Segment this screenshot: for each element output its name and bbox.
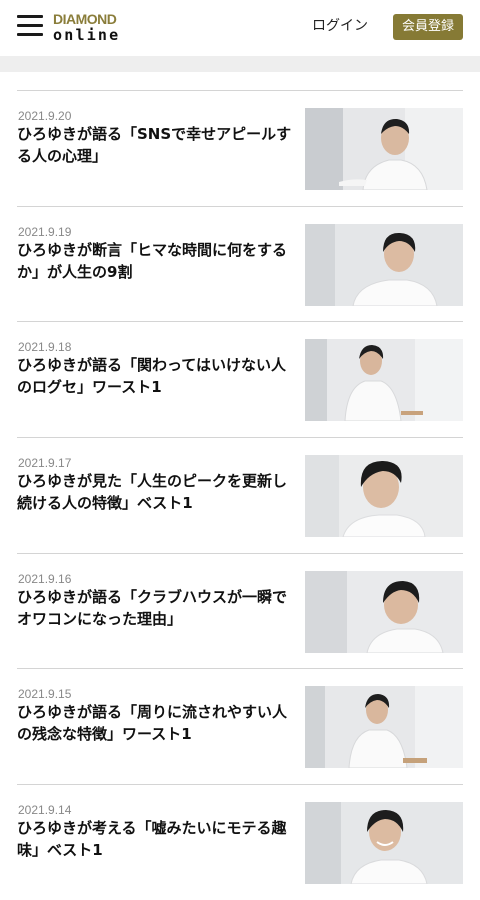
article-item[interactable]: 2021.9.15 ひろゆきが語る「周りに流されやすい人の残念な特徴」ワースト1: [17, 668, 463, 784]
menu-bar-top: [17, 15, 43, 18]
logo-wordmark-bottom: online: [53, 26, 121, 44]
portrait-photo: [305, 339, 463, 422]
article-title[interactable]: ひろゆきが語る「クラブハウスが一瞬でオワコンになった理由」: [17, 586, 295, 630]
article-thumbnail[interactable]: [305, 223, 463, 306]
portrait-photo: [305, 686, 463, 769]
article-thumbnail[interactable]: [305, 686, 463, 769]
article-title[interactable]: ひろゆきが語る「SNSで幸せアピールする人の心理」: [17, 123, 295, 167]
article-date: 2021.9.20: [18, 109, 72, 123]
article-title[interactable]: ひろゆきが見た「人生のピークを更新し続ける人の特徴」ベスト1: [17, 470, 295, 514]
article-item[interactable]: 2021.9.20 ひろゆきが語る「SNSで幸せアピールする人の心理」: [17, 90, 463, 206]
article-item[interactable]: 2021.9.18 ひろゆきが語る「関わってはいけない人のログセ」ワースト1: [17, 321, 463, 437]
article-date: 2021.9.17: [18, 456, 72, 471]
article-date: 2021.9.19: [18, 224, 72, 239]
article-title[interactable]: ひろゆきが語る「関わってはいけない人のログセ」ワースト1: [17, 354, 295, 398]
article-thumbnail[interactable]: [305, 339, 463, 422]
article-date: 2021.9.18: [18, 340, 72, 355]
article-thumbnail[interactable]: [305, 570, 463, 653]
article-title[interactable]: ひろゆきが考える「嘘みたいにモテる趣味」ベスト1: [17, 817, 295, 861]
article-item[interactable]: 2021.9.16 ひろゆきが語る「クラブハウスが一瞬でオワコンになった理由」: [17, 552, 463, 669]
logo-wordmark-top: DIAMOND: [53, 11, 117, 27]
article-thumbnail[interactable]: [305, 455, 463, 538]
article-item[interactable]: 2021.9.14 ひろゆきが考える「嘘みたいにモテる趣味」ベスト1: [17, 784, 463, 900]
article-list: 2021.9.20 ひろゆきが語る「SNSで幸せアピールする人の心理」 2021…: [17, 90, 463, 900]
article-thumbnail[interactable]: [305, 108, 463, 190]
article-date: 2021.9.14: [18, 803, 72, 818]
register-button[interactable]: 会員登録: [393, 14, 463, 40]
header-divider-band: [0, 56, 480, 72]
portrait-photo: [305, 802, 463, 885]
portrait-photo: [305, 223, 463, 306]
menu-bar-bottom: [17, 33, 43, 36]
article-date: 2021.9.15: [18, 687, 72, 702]
login-link[interactable]: ログイン: [312, 16, 368, 36]
article-title[interactable]: ひろゆきが語る「周りに流されやすい人の残念な特徴」ワースト1: [17, 701, 295, 745]
portrait-photo: [305, 108, 463, 190]
site-logo[interactable]: DIAMOND online: [53, 12, 125, 44]
portrait-photo: [305, 570, 463, 653]
article-item[interactable]: 2021.9.17 ひろゆきが見た「人生のピークを更新し続ける人の特徴」ベスト1: [17, 437, 463, 553]
portrait-photo: [305, 455, 463, 538]
article-date: 2021.9.16: [18, 571, 72, 586]
site-header: DIAMOND online ログイン 会員登録: [0, 0, 480, 56]
article-thumbnail[interactable]: [305, 802, 463, 885]
article-title[interactable]: ひろゆきが断言「ヒマな時間に何をするか」が人生の9割: [17, 239, 295, 283]
menu-bar-middle: [17, 24, 43, 27]
hamburger-menu-icon[interactable]: [17, 15, 43, 37]
article-item[interactable]: 2021.9.19 ひろゆきが断言「ヒマな時間に何をするか」が人生の9割: [17, 205, 463, 322]
